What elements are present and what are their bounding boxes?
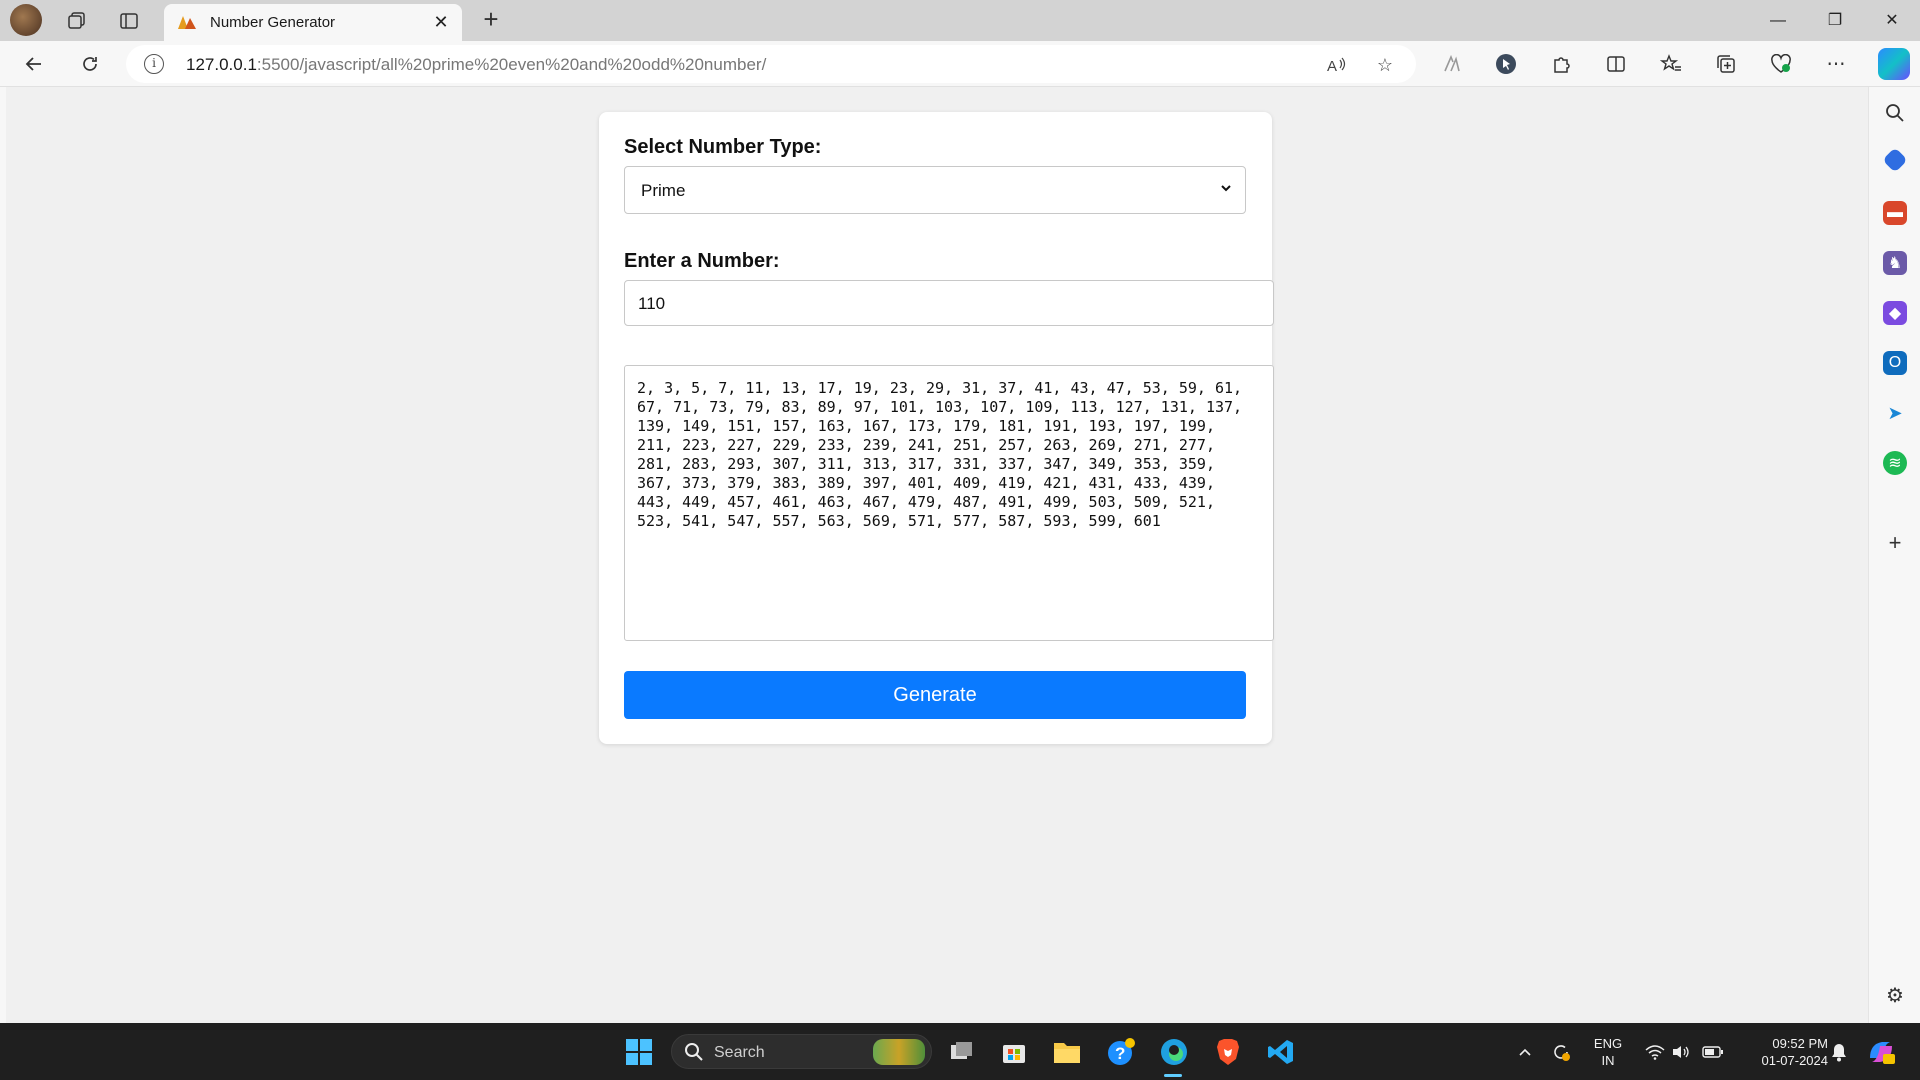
- refresh-button[interactable]: [74, 48, 106, 80]
- tab-number-generator[interactable]: Number Generator ✕: [164, 4, 462, 41]
- region-code: IN: [1601, 1053, 1615, 1068]
- svg-text:?: ?: [1115, 1044, 1125, 1063]
- back-button[interactable]: [18, 48, 50, 80]
- new-tab-button[interactable]: +: [476, 5, 506, 35]
- tab-favicon-icon: [178, 16, 196, 29]
- start-button-icon[interactable]: [622, 1035, 656, 1069]
- close-window-button[interactable]: ✕: [1872, 8, 1912, 34]
- site-info-icon[interactable]: i: [144, 54, 164, 74]
- generate-button[interactable]: Generate: [624, 671, 1246, 719]
- sync-status-icon[interactable]: [1544, 1035, 1578, 1069]
- browser-toolbar: i 127.0.0.1:5500/javascript/all%20prime%…: [0, 41, 1920, 87]
- enter-number-label: Enter a Number:: [624, 250, 780, 272]
- read-aloud-icon[interactable]: A: [1324, 52, 1350, 78]
- brave-browser-icon[interactable]: [1211, 1035, 1245, 1069]
- browser-essentials-icon[interactable]: [1765, 48, 1797, 80]
- battery-icon[interactable]: [1696, 1035, 1730, 1069]
- sidebar-games-icon[interactable]: ♞: [1883, 251, 1907, 275]
- taskbar-search[interactable]: Search: [671, 1034, 932, 1069]
- active-app-indicator: [1164, 1074, 1182, 1077]
- file-explorer-icon[interactable]: [1050, 1035, 1084, 1069]
- tab-title: Number Generator: [210, 14, 336, 31]
- show-hidden-icons[interactable]: [1508, 1035, 1542, 1069]
- sidebar-shopping-icon[interactable]: [1882, 147, 1908, 173]
- copilot-icon[interactable]: [1878, 48, 1910, 80]
- sidebar-add-icon[interactable]: +: [1883, 530, 1907, 555]
- svg-text:A: A: [1327, 58, 1337, 74]
- profile-avatar[interactable]: [10, 4, 42, 36]
- clock-date: 01-07-2024: [1761, 1053, 1829, 1068]
- clock-time: 09:52 PM: [1772, 1036, 1828, 1051]
- copilot-taskbar-icon[interactable]: [1864, 1035, 1898, 1069]
- extension-a-icon[interactable]: [1436, 48, 1468, 80]
- more-options-icon[interactable]: ⋯: [1820, 48, 1852, 80]
- get-help-icon[interactable]: ?: [1104, 1035, 1138, 1069]
- restore-button[interactable]: ❐: [1815, 8, 1855, 34]
- sidebar-outlook-icon[interactable]: O: [1883, 351, 1907, 375]
- search-placeholder: Search: [714, 1044, 765, 1061]
- result-textarea[interactable]: 2, 3, 5, 7, 11, 13, 17, 19, 23, 29, 31, …: [624, 365, 1274, 641]
- search-highlight-image: [873, 1039, 925, 1065]
- edge-sidebar: ▬ ♞ ◆ O ➤ ≋ + ⚙: [1868, 87, 1920, 1023]
- sidebar-office-icon[interactable]: ◆: [1883, 301, 1907, 325]
- generator-card: Select Number Type: Prime Enter a Number…: [599, 112, 1274, 744]
- volume-icon[interactable]: [1664, 1035, 1698, 1069]
- page-viewport: Select Number Type: Prime Enter a Number…: [6, 87, 1868, 1023]
- vertical-tabs-icon[interactable]: [114, 6, 144, 36]
- split-screen-icon[interactable]: [1600, 48, 1632, 80]
- sidebar-send-icon[interactable]: ➤: [1883, 401, 1907, 425]
- workspaces-icon[interactable]: [62, 6, 92, 36]
- tab-close-icon[interactable]: ✕: [430, 11, 452, 33]
- sidebar-settings-icon[interactable]: ⚙: [1883, 983, 1907, 1007]
- language-code: ENG: [1593, 1036, 1623, 1051]
- number-type-select[interactable]: Prime: [624, 166, 1246, 214]
- vscode-icon[interactable]: [1264, 1035, 1298, 1069]
- select-type-label: Select Number Type:: [624, 136, 822, 158]
- windows-taskbar: Search ? ENG IN 09:52 PM 01-07-2024: [0, 1023, 1920, 1080]
- favorite-star-icon[interactable]: ☆: [1372, 52, 1398, 78]
- url-text[interactable]: 127.0.0.1:5500/javascript/all%20prime%20…: [186, 55, 766, 75]
- address-bar[interactable]: i 127.0.0.1:5500/javascript/all%20prime%…: [126, 45, 1416, 83]
- sidebar-search-icon[interactable]: [1883, 101, 1907, 125]
- search-icon: [685, 1043, 703, 1061]
- clock[interactable]: 09:52 PM 01-07-2024: [1746, 1035, 1829, 1069]
- chevron-down-icon: [1221, 185, 1231, 192]
- sidebar-tools-icon[interactable]: ▬: [1883, 201, 1907, 225]
- language-indicator[interactable]: ENG IN: [1588, 1035, 1628, 1069]
- number-input[interactable]: 110: [624, 280, 1274, 326]
- number-input-value: 110: [638, 294, 666, 313]
- select-value: Prime: [641, 181, 686, 200]
- browser-tab-bar: Number Generator ✕ + — ❐ ✕: [0, 0, 1920, 41]
- extension-cursor-icon[interactable]: [1490, 48, 1522, 80]
- extensions-puzzle-icon[interactable]: [1545, 48, 1577, 80]
- microsoft-store-icon[interactable]: [997, 1035, 1031, 1069]
- sidebar-spotify-icon[interactable]: ≋: [1883, 451, 1907, 475]
- collections-icon[interactable]: [1710, 48, 1742, 80]
- notifications-bell-icon[interactable]: [1822, 1035, 1856, 1069]
- edge-browser-icon[interactable]: [1157, 1035, 1191, 1069]
- favorites-icon[interactable]: [1655, 48, 1687, 80]
- task-view-icon[interactable]: [945, 1035, 979, 1069]
- minimize-button[interactable]: —: [1758, 8, 1798, 34]
